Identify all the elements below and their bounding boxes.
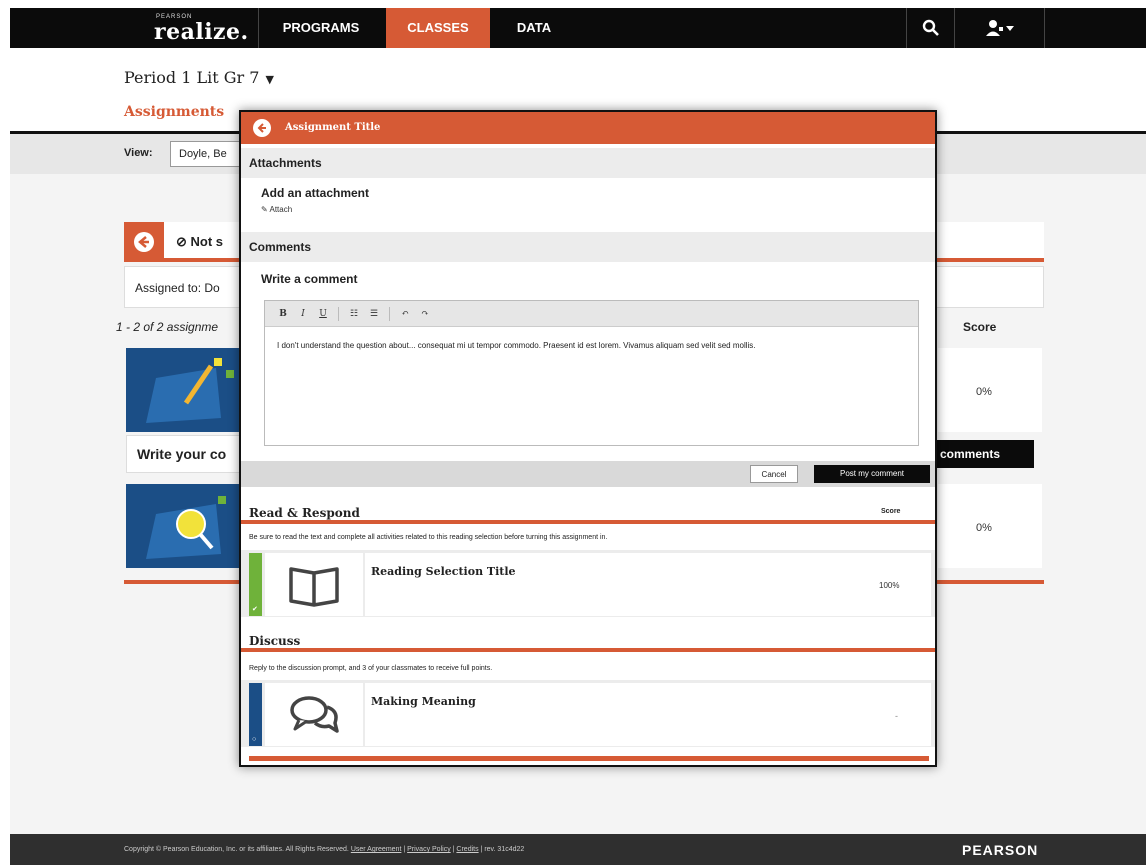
add-attachment-label: Add an attachment	[261, 186, 370, 200]
comments-button[interactable]: comments	[936, 440, 1034, 468]
nav-divider	[1044, 8, 1045, 48]
attachments-header: Attachments	[241, 148, 935, 178]
comment-textarea[interactable]: I don't understand the question about...…	[265, 327, 918, 445]
group-header-discuss: Discuss	[241, 626, 935, 652]
item-title: Reading Selection Title	[371, 565, 516, 578]
privacy-policy-link[interactable]: Privacy Policy	[407, 846, 451, 853]
brand-name: realize.	[154, 19, 249, 45]
score-value: 0%	[976, 386, 992, 398]
revision-text: rev. 31c4d22	[484, 846, 525, 853]
back-arrow-icon[interactable]	[253, 119, 271, 137]
write-comment-label: Write a comment	[261, 272, 358, 286]
assignment-modal: Assignment Title Attachments Add an atta…	[239, 110, 937, 767]
nav-classes[interactable]: CLASSES	[386, 8, 490, 48]
discussion-icon[interactable]	[265, 683, 363, 746]
numbered-list-button[interactable]: ☰	[366, 306, 382, 322]
assignment-thumbnail[interactable]	[126, 348, 244, 432]
not-started-icon: ⊘	[176, 234, 191, 249]
top-nav: PEARSON realize. PROGRAMS CLASSES DATA	[10, 8, 1146, 48]
item-score: 100%	[879, 581, 900, 590]
comments-header: Comments	[241, 232, 935, 262]
progress-strip: ○	[249, 683, 262, 746]
assignment-count: 1 - 2 of 2 assignme	[116, 320, 219, 334]
status-circle-icon: ○	[252, 736, 257, 743]
nav-divider	[258, 8, 259, 48]
assignment-thumbnail[interactable]	[126, 484, 244, 568]
score-column-header: Score	[963, 320, 997, 334]
comment-actions: Cancel Post my comment	[241, 461, 935, 487]
comment-editor: B I U ☷ ☰ ↶ ↷ I don't understand the que…	[264, 300, 919, 446]
post-comment-button[interactable]: Post my comment	[814, 465, 930, 483]
item-score: -	[895, 711, 898, 721]
nav-divider	[906, 8, 907, 48]
cancel-button[interactable]: Cancel	[750, 465, 798, 483]
undo-button[interactable]: ↶	[397, 306, 413, 322]
attach-link[interactable]: ✎ Attach	[261, 205, 292, 214]
modal-title: Assignment Title	[285, 122, 381, 133]
bold-button[interactable]: B	[275, 306, 291, 322]
modal-header: Assignment Title	[241, 112, 935, 144]
group-header-read-respond: Read & Respond Score	[241, 498, 935, 524]
realize-logo[interactable]: PEARSON realize.	[128, 8, 248, 48]
status-label: ⊘ Not s	[176, 234, 223, 250]
list-item[interactable]: Reading Selection Title 100%	[365, 553, 931, 616]
completion-strip: ✔	[249, 553, 262, 616]
list-item[interactable]: Making Meaning -	[365, 683, 931, 746]
group-score-header: Score	[881, 508, 901, 515]
back-arrow-icon[interactable]	[124, 222, 164, 262]
status-text: Not s	[190, 234, 224, 249]
copyright-text: Copyright © Pearson Education, Inc. or i…	[124, 846, 349, 853]
chevron-down-icon: ▼	[265, 73, 274, 86]
assignment-card-label[interactable]: Write your co	[126, 435, 246, 473]
tab-assignments[interactable]: Assignments	[124, 104, 224, 120]
toolbar-divider	[338, 306, 339, 321]
class-selector[interactable]: Period 1 Lit Gr 7 ▼	[124, 68, 274, 87]
editor-toolbar: B I U ☷ ☰ ↶ ↷	[265, 301, 918, 327]
view-label: View:	[124, 147, 153, 159]
nav-data[interactable]: DATA	[494, 8, 574, 48]
modal-bottom-divider	[249, 756, 929, 761]
italic-button[interactable]: I	[295, 306, 311, 322]
book-icon[interactable]	[265, 553, 363, 616]
group-description: Reply to the discussion prompt, and 3 of…	[249, 665, 493, 672]
user-menu-icon[interactable]	[958, 8, 1042, 48]
checkmark-icon: ✔	[252, 606, 258, 613]
group-title: Discuss	[249, 634, 301, 648]
nav-divider	[954, 8, 955, 48]
group-title: Read & Respond	[249, 506, 360, 520]
score-value: 0%	[976, 522, 992, 534]
toolbar-divider	[389, 306, 390, 321]
bullet-list-button[interactable]: ☷	[346, 306, 362, 322]
underline-button[interactable]: U	[315, 306, 331, 322]
user-agreement-link[interactable]: User Agreement	[351, 846, 402, 853]
nav-programs[interactable]: PROGRAMS	[262, 8, 380, 48]
group-description: Be sure to read the text and complete al…	[249, 534, 608, 541]
footer-copyright: Copyright © Pearson Education, Inc. or i…	[124, 846, 525, 853]
pearson-logo: PEARSON	[962, 842, 1039, 858]
item-title: Making Meaning	[371, 695, 476, 708]
redo-button[interactable]: ↷	[417, 306, 433, 322]
search-icon[interactable]	[910, 8, 952, 48]
class-title: Period 1 Lit Gr 7	[124, 68, 260, 87]
footer: Copyright © Pearson Education, Inc. or i…	[10, 834, 1146, 865]
credits-link[interactable]: Credits	[456, 846, 478, 853]
